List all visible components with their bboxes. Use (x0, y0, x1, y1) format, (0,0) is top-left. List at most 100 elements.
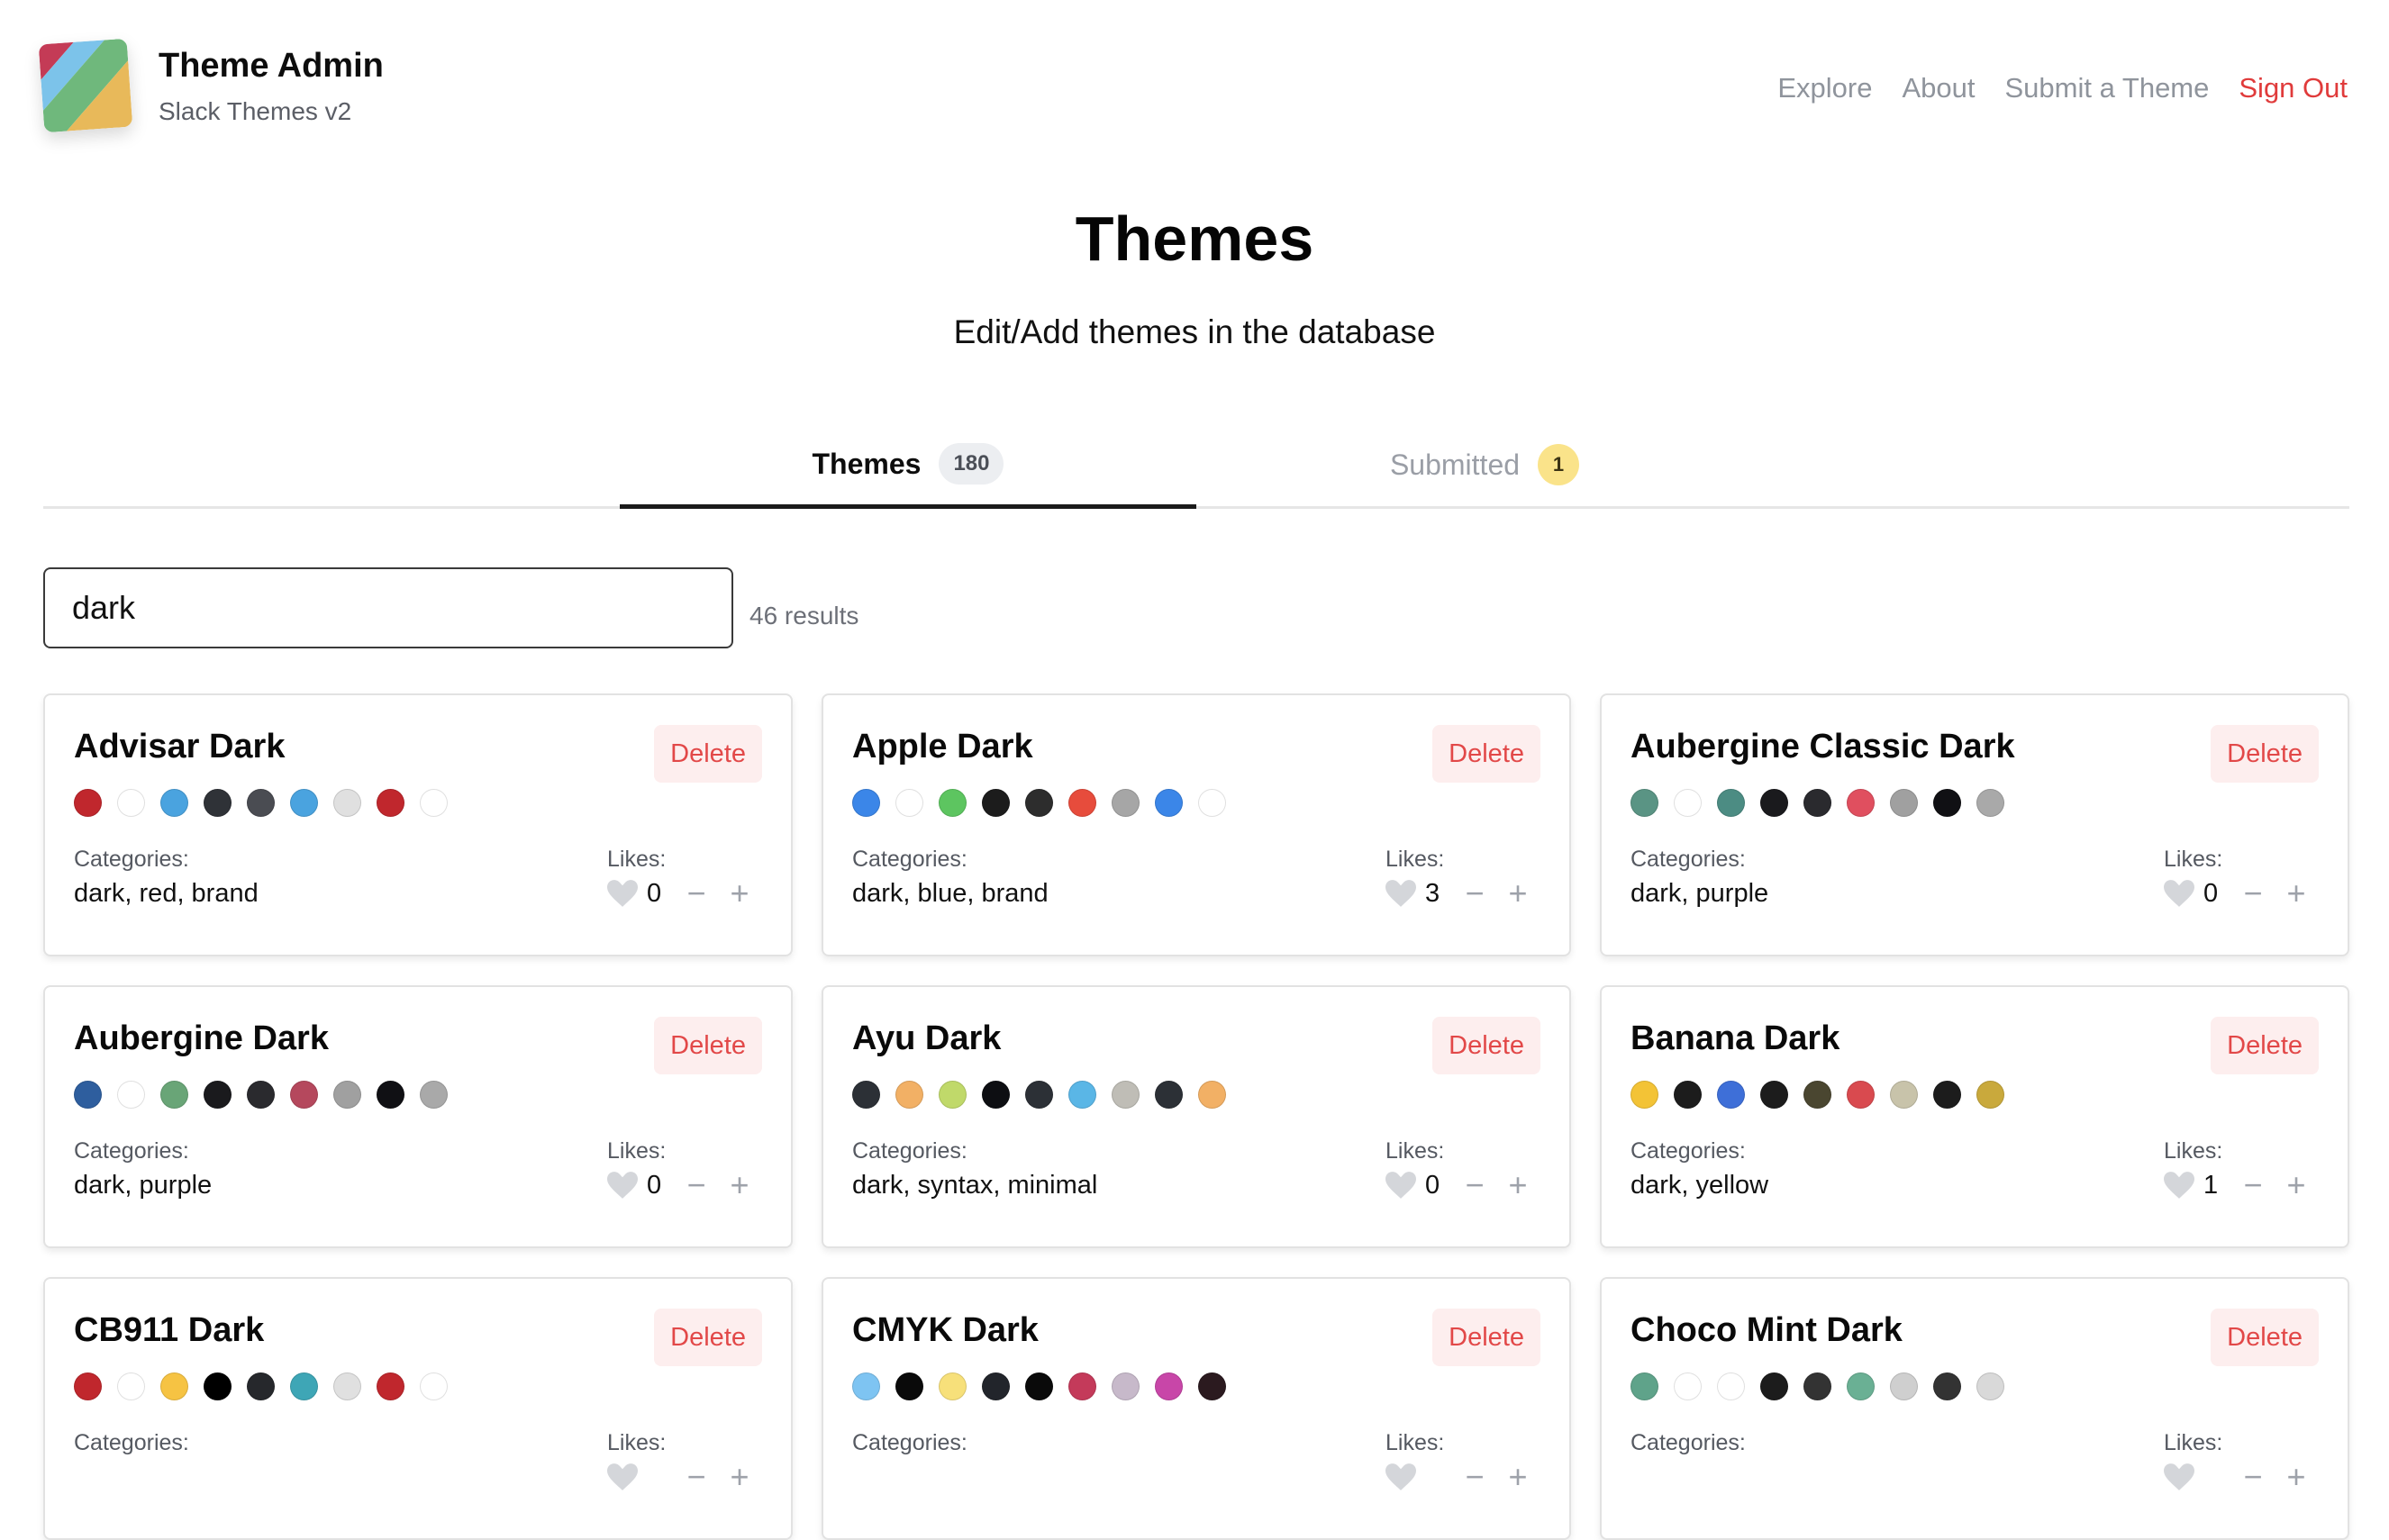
categories-label: Categories: (852, 1138, 967, 1164)
plus-icon[interactable]: + (2279, 1169, 2313, 1201)
color-swatch (1933, 1081, 1961, 1109)
delete-button[interactable]: Delete (1432, 1017, 1540, 1074)
categories-label: Categories: (1631, 847, 1746, 872)
likes-control: − + (1385, 1461, 1535, 1493)
color-swatch (1674, 1081, 1702, 1109)
color-swatch (1847, 1372, 1875, 1400)
nav-about[interactable]: About (1902, 72, 1975, 104)
heart-icon (1385, 1463, 1416, 1490)
color-swatch (1976, 1081, 2004, 1109)
delete-button[interactable]: Delete (1432, 1309, 1540, 1366)
delete-button[interactable]: Delete (2211, 1017, 2319, 1074)
color-swatch (982, 1372, 1010, 1400)
color-swatch (1631, 1081, 1658, 1109)
color-swatch (290, 789, 318, 817)
likes-count: 0 (1425, 1170, 1440, 1200)
likes-label: Likes: (2164, 847, 2223, 872)
app-logo[interactable] (38, 38, 133, 133)
delete-button[interactable]: Delete (1432, 725, 1540, 783)
color-swatches (74, 1081, 448, 1109)
likes-control: − + (2164, 1461, 2313, 1493)
nav-explore[interactable]: Explore (1777, 72, 1872, 104)
likes-control: 1 − + (2164, 1169, 2313, 1201)
likes-count: 3 (1425, 878, 1440, 908)
theme-card: Choco Mint Dark Delete Categories: Likes… (1600, 1277, 2349, 1540)
color-swatch (420, 789, 448, 817)
color-swatch (1976, 1372, 2004, 1400)
plus-icon[interactable]: + (722, 1461, 757, 1493)
heart-icon (607, 880, 638, 907)
color-swatch (1976, 789, 2004, 817)
minus-icon[interactable]: − (1458, 1169, 1492, 1201)
minus-icon[interactable]: − (2236, 1461, 2270, 1493)
color-swatch (1933, 789, 1961, 817)
tab-themes[interactable]: Themes 180 (620, 423, 1196, 509)
color-swatch (420, 1081, 448, 1109)
delete-button[interactable]: Delete (654, 1309, 762, 1366)
minus-icon[interactable]: − (679, 1169, 713, 1201)
plus-icon[interactable]: + (722, 1169, 757, 1201)
categories-value: dark, purple (1631, 879, 1769, 908)
color-swatch (117, 789, 145, 817)
top-nav: Explore About Submit a Theme Sign Out (1777, 72, 2348, 104)
plus-icon[interactable]: + (1501, 1461, 1535, 1493)
minus-icon[interactable]: − (2236, 877, 2270, 910)
likes-label: Likes: (1385, 1138, 1445, 1164)
plus-icon[interactable]: + (2279, 877, 2313, 910)
brand-subtitle: Slack Themes v2 (159, 97, 352, 125)
theme-name: Ayu Dark (852, 1019, 1002, 1057)
theme-card: Advisar Dark Delete Categories: dark, re… (43, 693, 793, 956)
delete-button[interactable]: Delete (654, 1017, 762, 1074)
delete-button[interactable]: Delete (2211, 725, 2319, 783)
minus-icon[interactable]: − (679, 877, 713, 910)
color-swatch (1068, 1081, 1096, 1109)
plus-icon[interactable]: + (722, 877, 757, 910)
minus-icon[interactable]: − (1458, 1461, 1492, 1493)
page-subtitle: Edit/Add themes in the database (953, 313, 1436, 350)
plus-icon[interactable]: + (2279, 1461, 2313, 1493)
color-swatch (1890, 1372, 1918, 1400)
color-swatch (1025, 1372, 1053, 1400)
delete-button[interactable]: Delete (654, 725, 762, 783)
likes-count: 0 (2203, 878, 2219, 908)
minus-icon[interactable]: − (1458, 877, 1492, 910)
color-swatch (1717, 1081, 1745, 1109)
color-swatch (160, 1081, 188, 1109)
tab-submitted[interactable]: Submitted 1 (1196, 423, 1773, 506)
theme-name: Aubergine Classic Dark (1631, 728, 2015, 765)
color-swatch (377, 1372, 404, 1400)
color-swatch (982, 789, 1010, 817)
tabs-divider (43, 506, 2349, 509)
color-swatch (852, 789, 880, 817)
nav-submit-theme[interactable]: Submit a Theme (2005, 72, 2210, 104)
heart-icon (2164, 1172, 2194, 1199)
color-swatch (333, 789, 361, 817)
color-swatch (1155, 1081, 1183, 1109)
nav-sign-out[interactable]: Sign Out (2239, 72, 2348, 104)
color-swatch (1890, 789, 1918, 817)
categories-value: dark, blue, brand (852, 879, 1049, 908)
color-swatch (1155, 1372, 1183, 1400)
plus-icon[interactable]: + (1501, 1169, 1535, 1201)
likes-control: − + (607, 1461, 757, 1493)
delete-button[interactable]: Delete (2211, 1309, 2319, 1366)
categories-label: Categories: (1631, 1430, 1746, 1455)
color-swatch (160, 1372, 188, 1400)
color-swatch (1803, 1372, 1831, 1400)
color-swatch (1933, 1372, 1961, 1400)
categories-label: Categories: (1631, 1138, 1746, 1164)
color-swatch (204, 789, 232, 817)
minus-icon[interactable]: − (679, 1461, 713, 1493)
color-swatch (247, 1081, 275, 1109)
color-swatch (1025, 789, 1053, 817)
search-input[interactable] (43, 567, 733, 648)
plus-icon[interactable]: + (1501, 877, 1535, 910)
theme-name: CB911 Dark (74, 1311, 265, 1349)
heart-icon (607, 1172, 638, 1199)
color-swatch (1112, 789, 1140, 817)
color-swatch (939, 1081, 967, 1109)
minus-icon[interactable]: − (2236, 1169, 2270, 1201)
categories-label: Categories: (74, 1430, 189, 1455)
likes-control: 0 − + (607, 877, 757, 910)
color-swatch (377, 789, 404, 817)
